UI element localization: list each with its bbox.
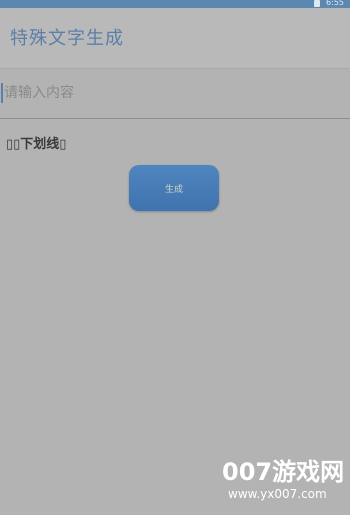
input-row (0, 70, 350, 119)
generate-button[interactable]: 生成 (129, 165, 219, 211)
page-title: 特殊文字生成 (10, 28, 124, 49)
content-input[interactable] (0, 76, 344, 110)
watermark-brand: 007游戏网 (222, 458, 345, 486)
status-icons: 6:55 (314, 0, 344, 8)
status-time: 6:55 (326, 0, 344, 7)
watermark-url: www.yx007.com (228, 487, 327, 501)
watermark: 007游戏网 www.yx007.com (222, 458, 344, 502)
battery-icon (314, 0, 321, 7)
app-header: 特殊文字生成 (0, 8, 350, 69)
status-bar: 6:55 (0, 0, 350, 8)
result-text: ▯▯下划线▯ (6, 137, 67, 152)
